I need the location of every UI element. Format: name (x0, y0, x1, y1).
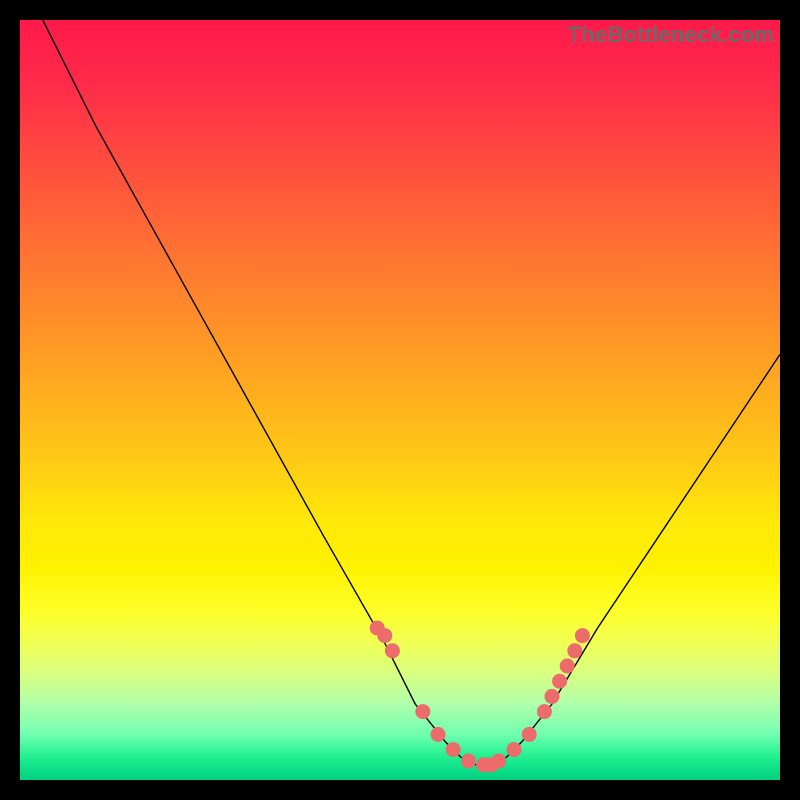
marker-point (560, 659, 574, 673)
marker-point (385, 644, 399, 658)
marker-point (537, 705, 551, 719)
chart-container: TheBottleneck.com (0, 0, 800, 800)
marker-point (461, 754, 475, 768)
marker-point (431, 727, 445, 741)
marker-point (378, 629, 392, 643)
marker-point (446, 743, 460, 757)
marker-point (545, 689, 559, 703)
marker-point (553, 674, 567, 688)
plot-area: TheBottleneck.com (20, 20, 780, 780)
chart-overlay (20, 20, 780, 780)
marker-group (370, 621, 589, 772)
marker-point (568, 644, 582, 658)
marker-point (522, 727, 536, 741)
marker-point (507, 743, 521, 757)
marker-point (575, 629, 589, 643)
bottleneck-curve (43, 20, 780, 765)
marker-point (416, 705, 430, 719)
marker-point (492, 754, 506, 768)
